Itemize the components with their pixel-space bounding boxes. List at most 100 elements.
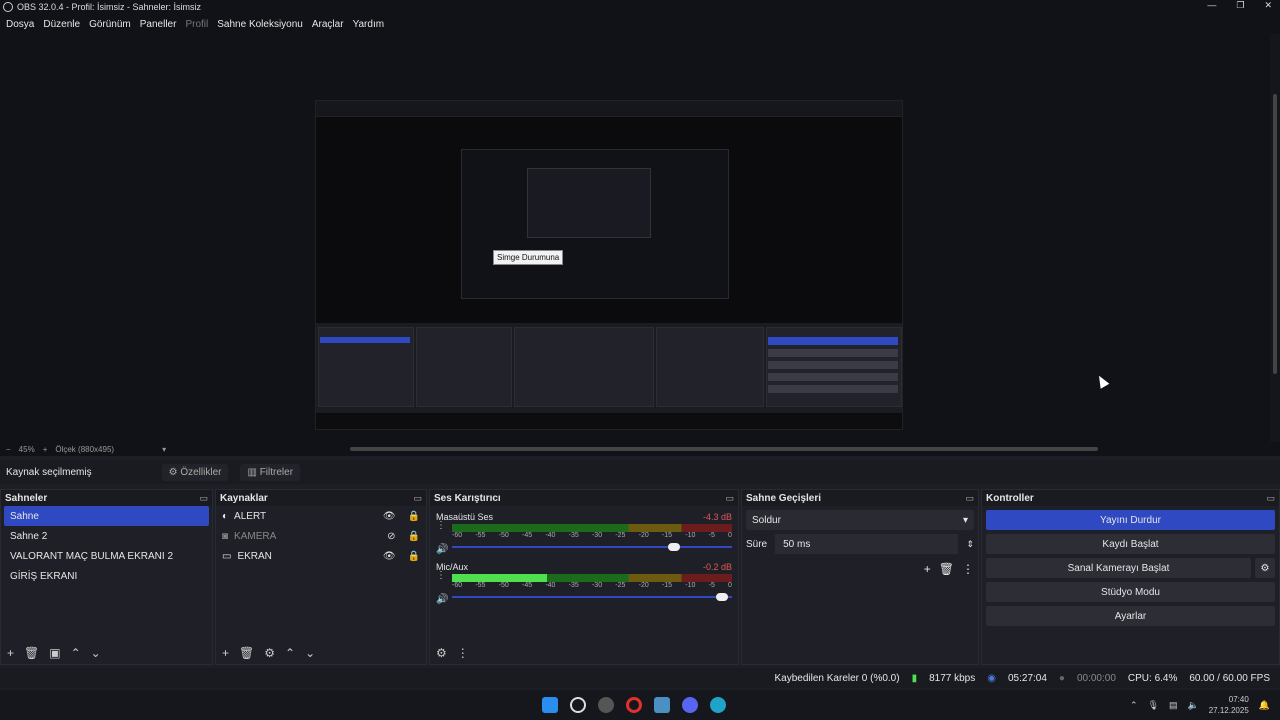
meter-tick-label: -55 bbox=[475, 582, 486, 589]
source-item[interactable]: ◐ ALERT 👁 🔒 bbox=[216, 506, 426, 526]
transition-select[interactable]: Soldur ▾ bbox=[746, 510, 974, 530]
lock-icon[interactable]: 🔒 bbox=[408, 551, 420, 562]
move-down-icon[interactable]: ⌄ bbox=[91, 646, 101, 660]
menu-docks[interactable]: Paneller bbox=[140, 19, 177, 30]
search-icon[interactable] bbox=[570, 697, 586, 713]
duration-field[interactable]: 50 ms bbox=[775, 534, 959, 554]
lock-icon[interactable]: 🔒 bbox=[408, 511, 420, 522]
properties-label: Özellikler bbox=[180, 466, 222, 478]
close-icon[interactable]: ✕ bbox=[1264, 0, 1272, 11]
microphone-icon[interactable]: 🎙 bbox=[1148, 700, 1159, 711]
source-item[interactable]: ▭ EKRAN 👁 🔒 bbox=[216, 546, 426, 566]
meter-tick-label: -10 bbox=[685, 532, 696, 539]
meter-tick-label: -30 bbox=[591, 532, 603, 539]
windows-start-icon[interactable] bbox=[542, 697, 558, 713]
discord-icon[interactable] bbox=[682, 697, 698, 713]
status-bar: Kaybedilen Kareler 0 (%0.0) ▮ 8177 kbps … bbox=[0, 668, 1280, 688]
advanced-audio-icon[interactable]: ⚙ bbox=[436, 646, 447, 660]
zoom-out-icon[interactable]: − bbox=[6, 445, 11, 454]
start-record-button[interactable]: Kaydı Başlat bbox=[986, 534, 1275, 554]
channel-menu-icon[interactable]: ⋮ bbox=[436, 520, 446, 531]
volume-icon[interactable]: 🔈 bbox=[1188, 700, 1199, 711]
bitrate: 8177 kbps bbox=[929, 672, 976, 684]
window-title: OBS 32.0.4 - Profil: İsimsiz - Sahneler:… bbox=[17, 2, 202, 12]
menu-profile[interactable]: Profil bbox=[185, 19, 208, 30]
meter-tick-label: -15 bbox=[661, 582, 673, 589]
preview-canvas[interactable]: Simge Durumuna bbox=[315, 100, 903, 430]
speaker-icon[interactable]: 🔊 bbox=[436, 594, 448, 605]
add-transition-icon[interactable]: + bbox=[924, 562, 931, 576]
chevron-up-icon[interactable]: ⌃ bbox=[1130, 700, 1138, 711]
network-icon[interactable]: ▤ bbox=[1169, 700, 1178, 711]
menu-tools[interactable]: Araçlar bbox=[312, 19, 344, 30]
meter-tick-label: -40 bbox=[545, 532, 556, 539]
add-source-icon[interactable]: + bbox=[222, 646, 229, 660]
menu-help[interactable]: Yardım bbox=[353, 19, 385, 30]
remove-scene-icon[interactable]: 🗑 bbox=[24, 646, 39, 660]
volume-slider[interactable] bbox=[452, 542, 732, 552]
scene-item[interactable]: GİRİŞ EKRANI bbox=[4, 566, 209, 586]
scene-item[interactable]: VALORANT MAÇ BULMA EKRANI 2 bbox=[4, 546, 209, 566]
mixer-channel: Mic/Aux -0.2 dB ⋮ -60 -55 -50 -45 -40 -35 -30 -2… bbox=[430, 556, 738, 606]
clock-time: 07:40 bbox=[1228, 695, 1249, 704]
properties-button[interactable]: ⚙ Özellikler bbox=[161, 463, 229, 481]
dock-float-icon[interactable]: ▭ bbox=[725, 493, 734, 504]
opera-icon[interactable] bbox=[626, 697, 642, 713]
visibility-hidden-icon[interactable]: ⊘ bbox=[387, 531, 395, 542]
obs-taskbar-icon[interactable] bbox=[598, 697, 614, 713]
settings-button[interactable]: Ayarlar bbox=[986, 606, 1275, 626]
zoom-in-icon[interactable]: + bbox=[43, 445, 48, 454]
signal-bars-icon: ▮ bbox=[911, 672, 918, 684]
dock-float-icon[interactable]: ▭ bbox=[1266, 493, 1275, 504]
mixer-menu-icon[interactable]: ⋮ bbox=[457, 646, 469, 660]
scale-dropdown-icon[interactable]: ▾ bbox=[162, 445, 166, 454]
scale-label: Ölçek (880x495) bbox=[55, 444, 115, 454]
meter-tick-label: -25 bbox=[615, 532, 626, 539]
remove-source-icon[interactable]: 🗑 bbox=[239, 646, 254, 660]
speaker-icon[interactable]: 🔊 bbox=[436, 544, 448, 555]
remove-transition-icon[interactable]: 🗑 bbox=[939, 562, 954, 576]
clock[interactable]: 07:40 27.12.2025 bbox=[1209, 694, 1249, 716]
minimize-icon[interactable]: — bbox=[1207, 0, 1216, 11]
menu-scene-collection[interactable]: Sahne Koleksiyonu bbox=[217, 19, 303, 30]
os-taskbar: ⌃ 🎙 ▤ 🔈 07:40 27.12.2025 🔔 bbox=[0, 690, 1280, 720]
controls-title: Kontroller bbox=[986, 492, 1034, 504]
meter-tick-label: -15 bbox=[661, 532, 673, 539]
lock-icon[interactable]: 🔒 bbox=[408, 531, 420, 542]
move-down-icon[interactable]: ⌄ bbox=[305, 646, 315, 660]
meter-tick-label: -55 bbox=[475, 532, 486, 539]
scene-item[interactable]: Sahne bbox=[4, 506, 209, 526]
move-up-icon[interactable]: ⌃ bbox=[71, 646, 81, 660]
filters-button[interactable]: ▥ Filtreler bbox=[240, 463, 301, 481]
maximize-icon[interactable]: ❐ bbox=[1236, 0, 1244, 11]
menu-edit[interactable]: Düzenle bbox=[43, 19, 80, 30]
preview-horizontal-scrollbar[interactable] bbox=[350, 447, 1098, 451]
stepper-icon[interactable]: ⇕ bbox=[966, 539, 974, 550]
notification-icon[interactable]: 🔔 bbox=[1259, 700, 1270, 711]
volume-slider[interactable] bbox=[452, 592, 732, 602]
virtual-camera-button[interactable]: Sanal Kamerayı Başlat bbox=[986, 558, 1251, 578]
visibility-eye-icon[interactable]: 👁 bbox=[383, 511, 396, 522]
dock-float-icon[interactable]: ▭ bbox=[199, 493, 208, 504]
preview-vertical-scrollbar[interactable] bbox=[1270, 34, 1280, 442]
scene-filters-icon[interactable]: ▣ bbox=[49, 646, 60, 660]
edge-icon[interactable] bbox=[710, 697, 726, 713]
scene-item[interactable]: Sahne 2 bbox=[4, 526, 209, 546]
move-up-icon[interactable]: ⌃ bbox=[285, 646, 295, 660]
transition-menu-icon[interactable]: ⋮ bbox=[962, 562, 974, 576]
studio-mode-button[interactable]: Stüdyo Modu bbox=[986, 582, 1275, 602]
record-time: 00:00:00 bbox=[1076, 672, 1116, 684]
stop-stream-button[interactable]: Yayını Durdur bbox=[986, 510, 1275, 530]
source-properties-icon[interactable]: ⚙ bbox=[264, 646, 275, 660]
source-item[interactable]: ◙ KAMERA ⊘ 🔒 bbox=[216, 526, 426, 546]
add-scene-icon[interactable]: + bbox=[7, 646, 14, 660]
menu-view[interactable]: Görünüm bbox=[89, 19, 131, 30]
dock-float-icon[interactable]: ▭ bbox=[965, 493, 974, 504]
transition-value: Soldur bbox=[752, 514, 781, 526]
dock-float-icon[interactable]: ▭ bbox=[413, 493, 422, 504]
menu-file[interactable]: Dosya bbox=[6, 19, 34, 30]
channel-menu-icon[interactable]: ⋮ bbox=[436, 570, 446, 581]
visibility-eye-icon[interactable]: 👁 bbox=[383, 551, 396, 562]
app-icon[interactable] bbox=[654, 697, 670, 713]
gear-icon[interactable]: ⚙ bbox=[1255, 558, 1275, 578]
